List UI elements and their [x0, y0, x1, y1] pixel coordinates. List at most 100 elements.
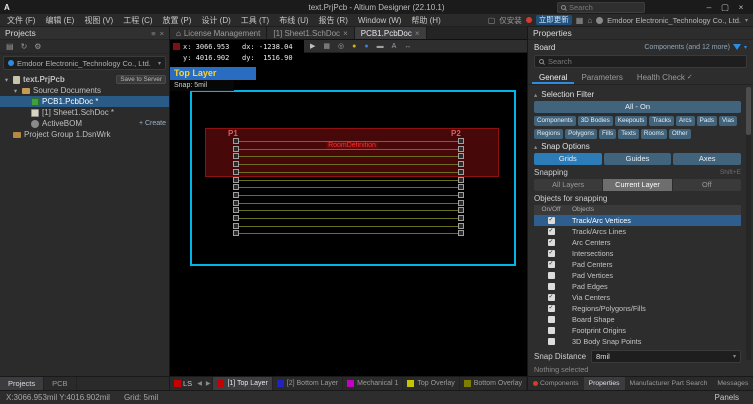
tree-item-source-documents[interactable]: ▾Source Documents	[0, 85, 169, 96]
properties-search-input[interactable]	[548, 57, 742, 66]
global-search[interactable]	[557, 2, 645, 13]
pad[interactable]	[458, 192, 464, 198]
pad[interactable]	[458, 230, 464, 236]
user-avatar-icon[interactable]	[596, 17, 603, 24]
layer-sets-button[interactable]: LS	[183, 379, 195, 388]
filter-texts-button[interactable]: Texts	[618, 129, 639, 139]
pad[interactable]	[458, 223, 464, 229]
checkbox[interactable]	[548, 338, 555, 345]
snap-object-row-3d-body-snap-points[interactable]: 3D Body Snap Points	[534, 336, 741, 347]
trace[interactable]	[239, 210, 458, 211]
filter-other-button[interactable]: Other	[669, 129, 691, 139]
filter-keepouts-button[interactable]: Keepouts	[615, 116, 648, 126]
pad[interactable]	[458, 169, 464, 175]
panels-button[interactable]: Panels	[707, 393, 747, 402]
snap-object-row-regions-polygons-fills[interactable]: ✓Regions/Polygons/Fills	[534, 303, 741, 314]
designator-p2[interactable]: P2	[451, 129, 461, 138]
create-bom-link[interactable]: + Create	[139, 120, 166, 127]
pad[interactable]	[458, 207, 464, 213]
snap-grids-button[interactable]: Grids	[534, 153, 602, 165]
filter-vias-button[interactable]: Vias	[719, 116, 737, 126]
pad[interactable]	[233, 169, 239, 175]
checkbox[interactable]: ✓	[548, 239, 555, 246]
filter-funnel-icon[interactable]	[733, 44, 741, 50]
caret-down-icon[interactable]: ▾	[744, 44, 747, 51]
checkbox[interactable]: ✓	[548, 250, 555, 257]
pad[interactable]	[233, 192, 239, 198]
close-tab-icon[interactable]: ×	[415, 29, 420, 38]
filter-rooms-button[interactable]: Rooms	[641, 129, 667, 139]
comment-icon[interactable]: ▢	[488, 16, 496, 25]
pad[interactable]	[233, 207, 239, 213]
pad[interactable]	[233, 223, 239, 229]
document-tab-pcb1-pcbdoc[interactable]: PCB1.PcbDoc×	[355, 27, 427, 39]
scroll-layers-left-icon[interactable]: ◀	[195, 380, 204, 387]
maximize-button[interactable]: ▢	[717, 1, 733, 14]
layer-tab-bottom-overlay[interactable]: Bottom Overlay	[459, 377, 526, 390]
snap-object-row-board-shape[interactable]: Board Shape	[534, 314, 741, 325]
checkbox[interactable]	[548, 272, 555, 279]
checkbox[interactable]	[548, 327, 555, 334]
minimize-button[interactable]: –	[701, 1, 717, 14]
checkbox[interactable]	[548, 283, 555, 290]
filter-regions-button[interactable]: Regions	[534, 129, 563, 139]
filter-3d-bodies-button[interactable]: 3D Bodies	[578, 116, 613, 126]
save-to-server-button[interactable]: Save to Server	[116, 75, 166, 84]
document-tab-1-sheet1-schdoc[interactable]: [1] Sheet1.SchDoc×	[267, 27, 354, 39]
pad[interactable]	[233, 215, 239, 221]
tree-item-pcb1-pcbdoc[interactable]: PCB1.PcbDoc *	[0, 96, 169, 107]
collapse-icon[interactable]: ▴	[534, 91, 537, 99]
scrollbar-thumb[interactable]	[746, 87, 751, 135]
filter-tracks-button[interactable]: Tracks	[649, 116, 674, 126]
pcb-canvas[interactable]: ▶▦◎●●▬A↔ x: 3066.953 dx: -1238.04 y: 401…	[170, 40, 527, 376]
tree-item-text-prjpcb[interactable]: ▾text.PrjPcbSave to Server	[0, 74, 169, 85]
scope-dropdown[interactable]: Components (and 12 more)	[644, 44, 730, 51]
snap-object-row-track-arc-vertices[interactable]: ✓Track/Arc Vertices	[534, 215, 741, 226]
filter-fills-button[interactable]: Fills	[599, 129, 616, 139]
trace[interactable]	[239, 180, 458, 181]
menu-item-window-w[interactable]: Window (W)	[353, 14, 407, 27]
snap-object-row-via-centers[interactable]: ✓Via Centers	[534, 292, 741, 303]
tree-item-activebom[interactable]: ActiveBOM+ Create	[0, 118, 169, 129]
pad[interactable]	[233, 230, 239, 236]
filter-pads-button[interactable]: Pads	[697, 116, 717, 126]
snap-object-row-footprint-origins[interactable]: Footprint Origins	[534, 325, 741, 336]
trace[interactable]	[239, 149, 458, 150]
pad[interactable]	[458, 200, 464, 206]
checkbox[interactable]: ✓	[548, 294, 555, 301]
pad[interactable]	[233, 153, 239, 159]
properties-scrollbar[interactable]	[746, 87, 751, 360]
document-tab-license-management[interactable]: ⌂License Management	[170, 27, 267, 39]
snapping-mode-current-layer[interactable]: Current Layer	[602, 179, 671, 191]
layer-tab-mechanical-1[interactable]: Mechanical 1	[342, 377, 402, 390]
pad[interactable]	[458, 177, 464, 183]
pad[interactable]	[233, 184, 239, 190]
close-button[interactable]: ×	[733, 1, 749, 14]
room-label[interactable]: RoomDefinition	[326, 142, 378, 149]
checkbox[interactable]: ✓	[548, 261, 555, 268]
notification-icon[interactable]	[526, 17, 532, 23]
menu-item-u[interactable]: 布线 (U)	[274, 14, 313, 27]
menu-item-e[interactable]: 编辑 (E)	[40, 14, 79, 27]
menu-item-c[interactable]: 工程 (C)	[118, 14, 157, 27]
pad[interactable]	[458, 184, 464, 190]
snap-object-row-intersections[interactable]: ✓Intersections	[534, 248, 741, 259]
menu-item-v[interactable]: 视图 (V)	[79, 14, 118, 27]
trace[interactable]	[239, 233, 458, 234]
apps-grid-icon[interactable]: ▦	[576, 16, 584, 25]
properties-tab-general[interactable]: General	[532, 71, 574, 84]
pad[interactable]	[233, 200, 239, 206]
trace[interactable]	[239, 156, 458, 157]
panel-close-icon[interactable]: ×	[160, 29, 164, 38]
snap-object-row-pad-vertices[interactable]: Pad Vertices	[534, 270, 741, 281]
snap-axes-button[interactable]: Axes	[673, 153, 741, 165]
close-tab-icon[interactable]: ×	[343, 29, 348, 38]
snap-object-row-pad-edges[interactable]: Pad Edges	[534, 281, 741, 292]
trace[interactable]	[239, 195, 458, 196]
menu-item-d[interactable]: 设计 (D)	[196, 14, 235, 27]
tree-item-project-group-1-dsnwrk[interactable]: Project Group 1.DsnWrk	[0, 129, 169, 140]
layer-tab-2-bottom-layer[interactable]: [2] Bottom Layer	[272, 377, 342, 390]
caret-down-icon[interactable]: ▾	[3, 76, 10, 84]
menu-item-p[interactable]: 放置 (P)	[158, 14, 197, 27]
filter-arcs-button[interactable]: Arcs	[676, 116, 695, 126]
